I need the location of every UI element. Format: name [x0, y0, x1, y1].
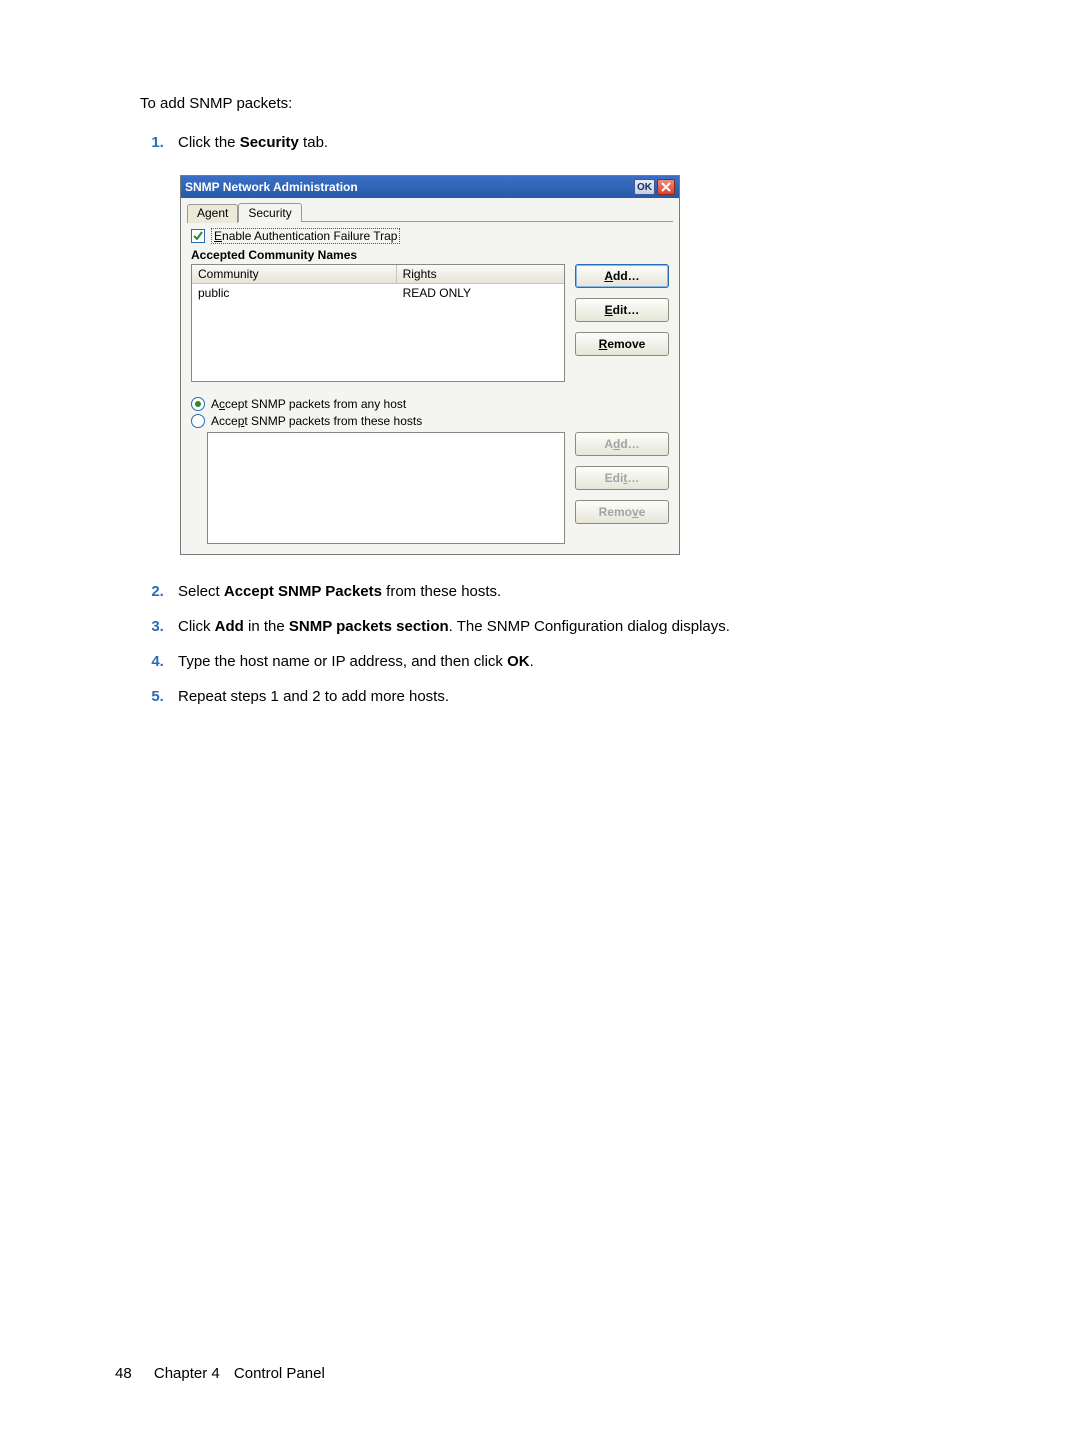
- step-1-bold: Security: [240, 134, 299, 151]
- radio-any-host[interactable]: [191, 397, 205, 411]
- step-2-text: Select Accept SNMP Packets from these ho…: [178, 583, 501, 600]
- step-3: Click Add in the SNMP packets section. T…: [168, 618, 970, 635]
- radio-dot-icon: [195, 401, 201, 407]
- enable-trap-checkbox[interactable]: [191, 229, 205, 243]
- step-1: Click the Security tab.: [168, 134, 970, 151]
- step-4: Type the host name or IP address, and th…: [168, 653, 970, 670]
- steps-top: Click the Security tab.: [140, 134, 970, 151]
- snmp-dialog: SNMP Network Administration OK Agent Sec…: [180, 175, 680, 555]
- step-2: Select Accept SNMP Packets from these ho…: [168, 583, 970, 600]
- steps-bottom: Select Accept SNMP Packets from these ho…: [140, 583, 970, 705]
- title-bar: SNMP Network Administration OK: [181, 176, 679, 198]
- cell-community: public: [192, 284, 397, 302]
- tab-agent[interactable]: Agent: [187, 204, 238, 223]
- step-1-post: tab.: [299, 134, 328, 151]
- tab-bar: Agent Security: [187, 202, 673, 222]
- remove-host-button: Remove: [575, 500, 669, 524]
- step-5: Repeat steps 1 and 2 to add more hosts.: [168, 688, 970, 705]
- page-footer: 48 Chapter 4 Control Panel: [115, 1365, 325, 1382]
- dialog-title: SNMP Network Administration: [185, 180, 630, 194]
- cell-rights: READ ONLY: [397, 284, 564, 302]
- add-host-button: Add…: [575, 432, 669, 456]
- chapter-label: Chapter 4: [154, 1365, 220, 1382]
- checkmark-icon: [193, 231, 203, 241]
- table-row[interactable]: public READ ONLY: [192, 284, 564, 302]
- tab-security[interactable]: Security: [238, 203, 301, 222]
- step-5-text: Repeat steps 1 and 2 to add more hosts.: [178, 688, 449, 705]
- edit-host-button: Edit…: [575, 466, 669, 490]
- intro-text: To add SNMP packets:: [140, 95, 970, 112]
- listview-headers: Community Rights: [192, 265, 564, 284]
- ok-button[interactable]: OK: [634, 179, 655, 195]
- edit-community-button[interactable]: Edit…: [575, 298, 669, 322]
- radio-these-label: Accept SNMP packets from these hosts: [211, 414, 422, 428]
- hosts-listview[interactable]: [207, 432, 565, 544]
- col-rights[interactable]: Rights: [397, 265, 564, 283]
- step-4-text: Type the host name or IP address, and th…: [178, 653, 534, 670]
- chapter-title: Control Panel: [234, 1365, 325, 1382]
- close-icon: [661, 182, 671, 192]
- enable-trap-label: Enable Authentication Failure Trap: [211, 228, 400, 244]
- accepted-names-title: Accepted Community Names: [191, 248, 673, 262]
- add-community-button[interactable]: Add…: [575, 264, 669, 288]
- col-community[interactable]: Community: [192, 265, 397, 283]
- radio-these-hosts[interactable]: [191, 414, 205, 428]
- step-1-pre: Click the: [178, 134, 240, 151]
- remove-community-button[interactable]: Remove: [575, 332, 669, 356]
- community-listview[interactable]: Community Rights public READ ONLY: [191, 264, 565, 382]
- radio-any-label: Accept SNMP packets from any host: [211, 397, 406, 411]
- page-number: 48: [115, 1365, 132, 1382]
- close-button[interactable]: [657, 179, 675, 195]
- step-3-text: Click Add in the SNMP packets section. T…: [178, 618, 730, 635]
